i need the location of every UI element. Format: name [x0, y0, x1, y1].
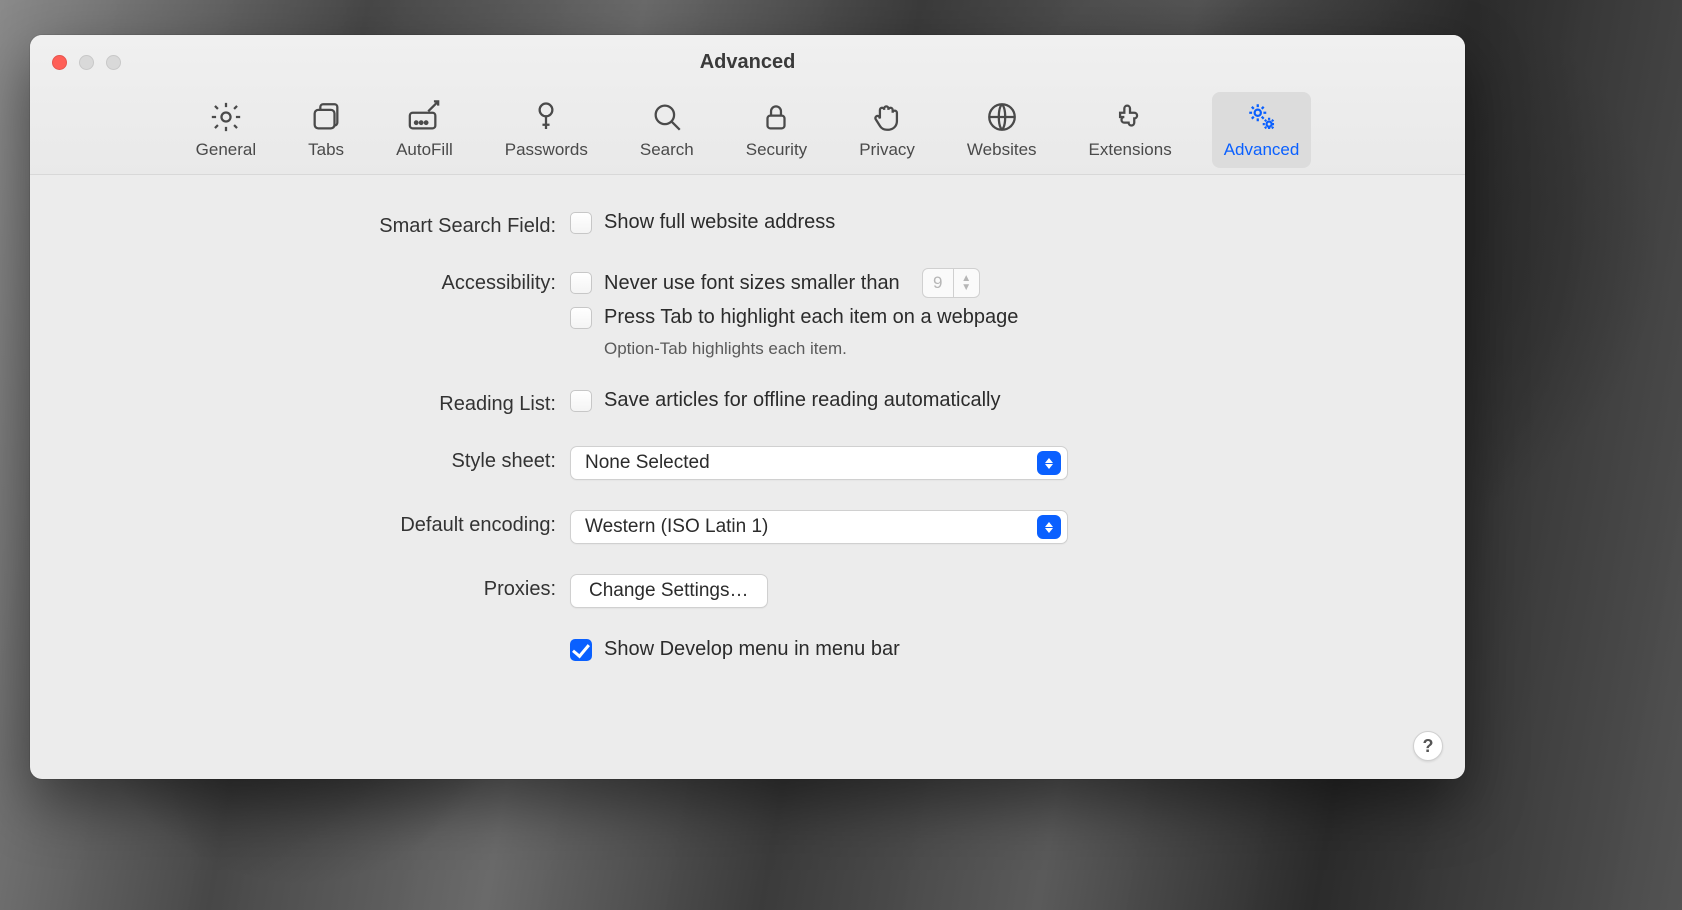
tab-security[interactable]: Security: [734, 92, 819, 168]
proxies-label: Proxies:: [90, 574, 570, 601]
tab-privacy[interactable]: Privacy: [847, 92, 927, 168]
key-icon: [529, 98, 563, 136]
min-font-stepper[interactable]: 9 ▲▼: [922, 268, 980, 298]
tab-passwords[interactable]: Passwords: [493, 92, 600, 168]
titlebar: Advanced General Tabs AutoFill: [30, 35, 1465, 175]
smart-search-label: Smart Search Field:: [90, 211, 570, 238]
chevron-updown-icon: [1037, 451, 1061, 475]
globe-icon: [985, 98, 1019, 136]
min-font-value: 9: [923, 273, 953, 293]
tab-label: Tabs: [308, 140, 344, 160]
default-encoding-select[interactable]: Western (ISO Latin 1): [570, 510, 1068, 544]
preferences-toolbar: General Tabs AutoFill Passwords: [30, 92, 1465, 168]
press-tab-checkbox[interactable]: [570, 307, 592, 329]
save-offline-label: Save articles for offline reading automa…: [604, 389, 1001, 412]
help-button[interactable]: ?: [1413, 731, 1443, 761]
hand-icon: [870, 98, 904, 136]
tab-advanced[interactable]: Advanced: [1212, 92, 1312, 168]
search-icon: [650, 98, 684, 136]
preferences-window: Advanced General Tabs AutoFill: [30, 35, 1465, 779]
tab-extensions[interactable]: Extensions: [1077, 92, 1184, 168]
style-sheet-value: None Selected: [585, 452, 1037, 474]
min-font-checkbox[interactable]: [570, 272, 592, 294]
accessibility-hint: Option-Tab highlights each item.: [604, 339, 1405, 359]
change-proxy-settings-button[interactable]: Change Settings…: [570, 574, 768, 608]
style-sheet-select[interactable]: None Selected: [570, 446, 1068, 480]
lock-icon: [759, 98, 793, 136]
tab-tabs[interactable]: Tabs: [296, 92, 356, 168]
tab-label: Passwords: [505, 140, 588, 160]
tab-label: Search: [640, 140, 694, 160]
content-area: Smart Search Field: Show full website ad…: [30, 175, 1465, 779]
autofill-icon: [407, 98, 441, 136]
show-full-address-checkbox[interactable]: [570, 212, 592, 234]
tab-autofill[interactable]: AutoFill: [384, 92, 465, 168]
style-sheet-label: Style sheet:: [90, 446, 570, 473]
show-develop-menu-checkbox[interactable]: [570, 639, 592, 661]
chevron-updown-icon: [1037, 515, 1061, 539]
tab-search[interactable]: Search: [628, 92, 706, 168]
reading-list-label: Reading List:: [90, 389, 570, 416]
save-offline-checkbox[interactable]: [570, 390, 592, 412]
tab-label: Security: [746, 140, 807, 160]
window-title: Advanced: [30, 51, 1465, 74]
min-font-label: Never use font sizes smaller than: [604, 272, 900, 295]
tab-label: Websites: [967, 140, 1037, 160]
press-tab-label: Press Tab to highlight each item on a we…: [604, 306, 1018, 329]
puzzle-icon: [1113, 98, 1147, 136]
tab-label: Advanced: [1224, 140, 1300, 160]
tab-label: General: [196, 140, 256, 160]
tab-label: AutoFill: [396, 140, 453, 160]
tab-websites[interactable]: Websites: [955, 92, 1049, 168]
show-full-address-label: Show full website address: [604, 211, 835, 234]
tab-label: Extensions: [1089, 140, 1172, 160]
default-encoding-value: Western (ISO Latin 1): [585, 516, 1037, 538]
chevron-updown-icon: ▲▼: [953, 269, 979, 297]
gears-icon: [1245, 98, 1279, 136]
tabs-icon: [309, 98, 343, 136]
tab-general[interactable]: General: [184, 92, 268, 168]
tab-label: Privacy: [859, 140, 915, 160]
gear-icon: [209, 98, 243, 136]
accessibility-label: Accessibility:: [90, 268, 570, 295]
default-encoding-label: Default encoding:: [90, 510, 570, 537]
show-develop-menu-label: Show Develop menu in menu bar: [604, 638, 900, 661]
